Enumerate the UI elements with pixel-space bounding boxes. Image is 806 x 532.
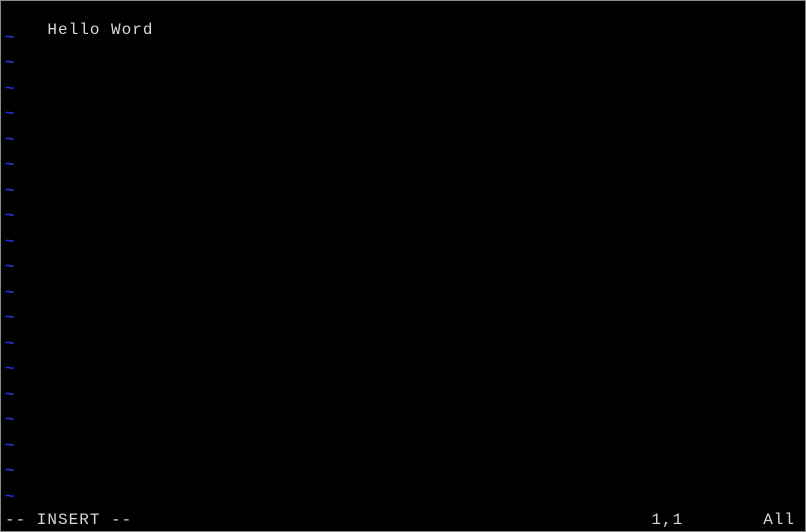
tilde-icon: ~ (5, 360, 16, 378)
tilde-icon: ~ (5, 105, 16, 123)
empty-line-tilde: ~ (5, 182, 801, 208)
buffer-text: Hello Word (47, 21, 153, 39)
tilde-icon: ~ (5, 284, 16, 302)
tilde-icon: ~ (5, 386, 16, 404)
tilde-icon: ~ (5, 182, 16, 200)
status-spacer (132, 511, 651, 529)
status-bar: -- INSERT -- 1,1 All (5, 511, 801, 529)
empty-line-tilde: ~ (5, 207, 801, 233)
empty-line-tilde: ~ (5, 462, 801, 488)
tilde-icon: ~ (5, 80, 16, 98)
cursor-position: 1,1 (651, 511, 763, 529)
empty-line-tilde: ~ (5, 411, 801, 437)
empty-line-tilde: ~ (5, 80, 801, 106)
empty-line-tilde: ~ (5, 284, 801, 310)
tilde-icon: ~ (5, 335, 16, 353)
tilde-icon: ~ (5, 411, 16, 429)
tilde-icon: ~ (5, 156, 16, 174)
empty-line-tilde: ~ (5, 131, 801, 157)
empty-line-tilde: ~ (5, 488, 801, 514)
tilde-icon: ~ (5, 233, 16, 251)
tilde-icon: ~ (5, 29, 16, 47)
text-line[interactable]: Hello Word (5, 3, 801, 29)
empty-line-tilde: ~ (5, 309, 801, 335)
empty-line-tilde: ~ (5, 233, 801, 259)
empty-line-tilde: ~ (5, 335, 801, 361)
tilde-icon: ~ (5, 437, 16, 455)
empty-line-tilde: ~ (5, 156, 801, 182)
tilde-icon: ~ (5, 131, 16, 149)
empty-line-tilde: ~ (5, 105, 801, 131)
empty-line-tilde: ~ (5, 258, 801, 284)
editor-area[interactable]: Hello Word ~ ~ ~ ~ ~ ~ ~ ~ ~ ~ ~ ~ ~ ~ ~ ~ ~ ~ ~ (5, 3, 801, 509)
tilde-icon: ~ (5, 54, 16, 72)
tilde-icon: ~ (5, 309, 16, 327)
tilde-icon: ~ (5, 462, 16, 480)
tilde-icon: ~ (5, 258, 16, 276)
empty-line-tilde: ~ (5, 54, 801, 80)
empty-line-tilde: ~ (5, 437, 801, 463)
scroll-percent: All (763, 511, 801, 529)
empty-line-tilde: ~ (5, 386, 801, 412)
empty-line-tilde: ~ (5, 360, 801, 386)
mode-indicator: -- INSERT -- (5, 511, 132, 529)
tilde-icon: ~ (5, 488, 16, 506)
tilde-icon: ~ (5, 207, 16, 225)
